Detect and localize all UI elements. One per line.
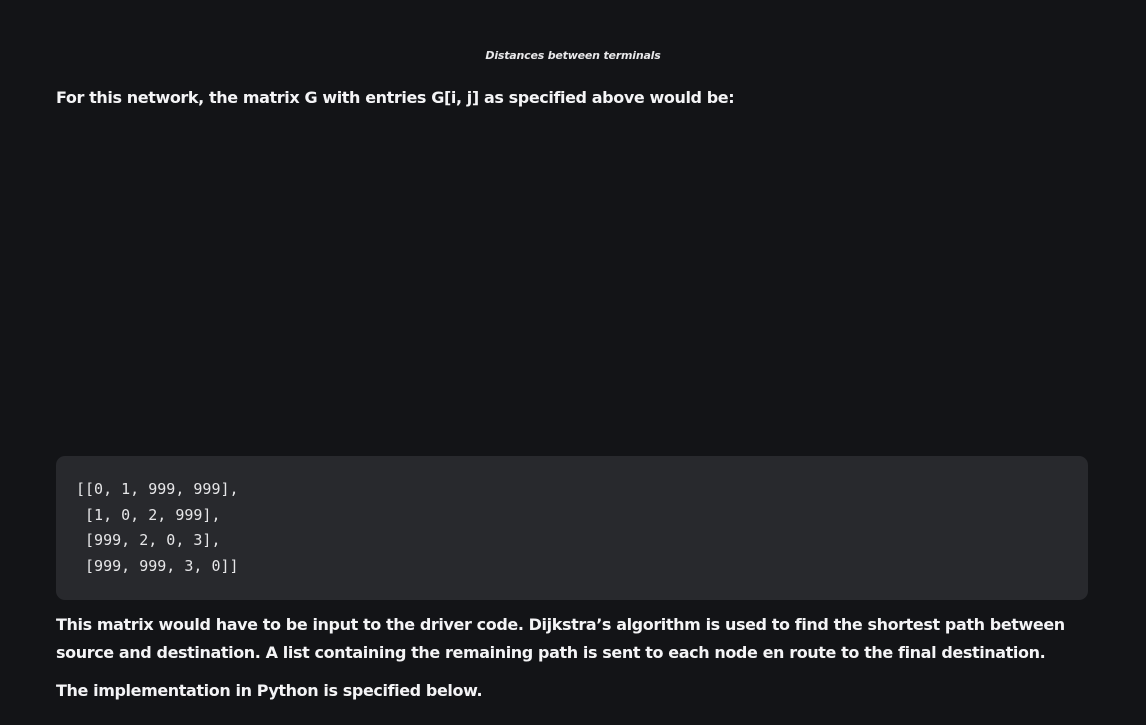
explanation-paragraph: This matrix would have to be input to th…	[56, 615, 1065, 662]
intro-paragraph: For this network, the matrix G with entr…	[56, 88, 735, 107]
figure-image-area	[56, 124, 1088, 444]
code-block[interactable]: [[0, 1, 999, 999], [1, 0, 2, 999], [999,…	[56, 456, 1088, 600]
figure-caption: Distances between terminals	[485, 49, 661, 62]
implementation-paragraph: The implementation in Python is specifie…	[56, 681, 483, 700]
code-text[interactable]: [[0, 1, 999, 999], [1, 0, 2, 999], [999,…	[76, 477, 239, 579]
